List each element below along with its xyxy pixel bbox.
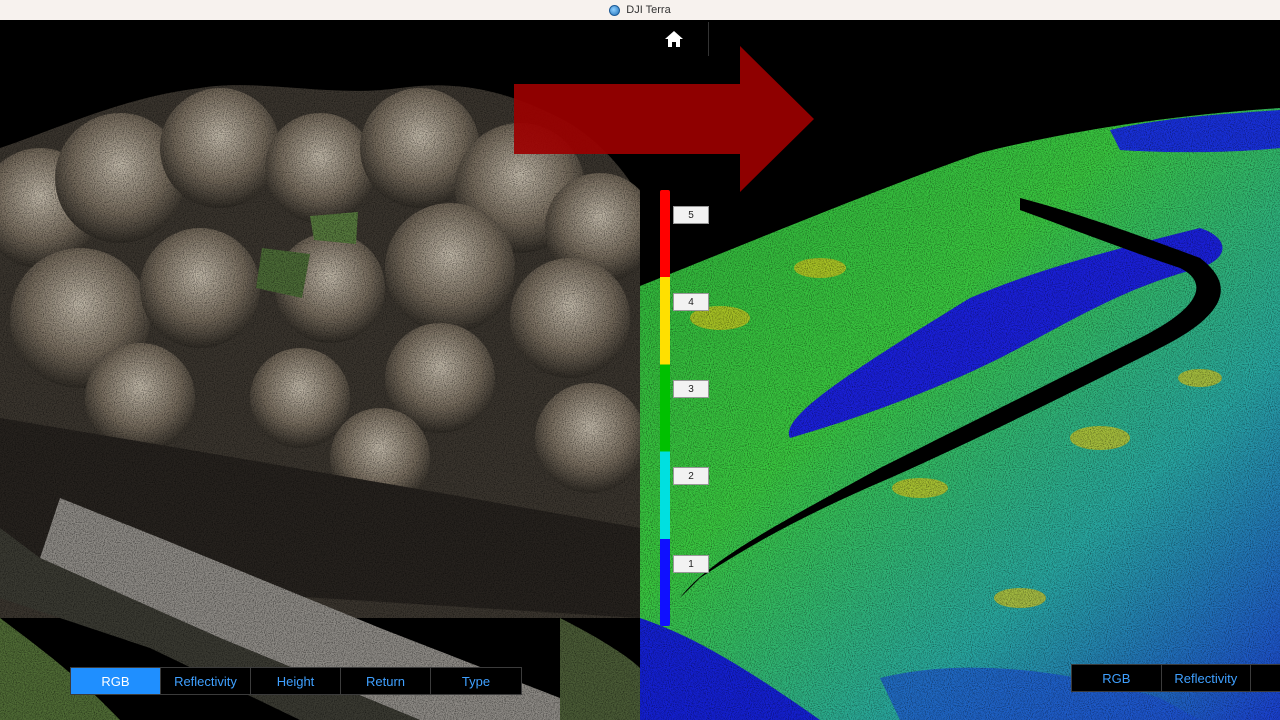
legend-tick-4: 4	[673, 293, 709, 311]
mode-button-reflectivity[interactable]: Reflectivity	[1162, 665, 1252, 691]
window-titlebar: DJI Terra	[0, 0, 1280, 20]
legend-tick-5: 5	[673, 206, 709, 224]
mode-button-rgb[interactable]: RGB	[71, 668, 161, 694]
right-arrow-icon	[514, 46, 814, 192]
legend-color-bar	[660, 190, 670, 626]
mode-button-height[interactable]: Height	[251, 668, 341, 694]
mode-button-reflectivity[interactable]: Reflectivity	[161, 668, 251, 694]
mode-button-rgb[interactable]: RGB	[1072, 665, 1162, 691]
viewer-stage: 5 4 3 2 1 RGB Reflectivity Height Return…	[0, 20, 1280, 720]
right-mode-selector: RGB Reflectivity	[1071, 664, 1280, 692]
height-legend: 5 4 3 2 1	[660, 190, 720, 630]
dji-terra-app-icon	[609, 4, 621, 16]
legend-tick-1: 1	[673, 555, 709, 573]
left-mode-selector: RGB Reflectivity Height Return Type	[70, 667, 522, 695]
mode-button-partial[interactable]	[1251, 665, 1280, 691]
window-title: DJI Terra	[626, 4, 671, 16]
mode-button-type[interactable]: Type	[431, 668, 521, 694]
legend-tick-2: 2	[673, 467, 709, 485]
mode-button-return[interactable]: Return	[341, 668, 431, 694]
legend-tick-3: 3	[673, 380, 709, 398]
